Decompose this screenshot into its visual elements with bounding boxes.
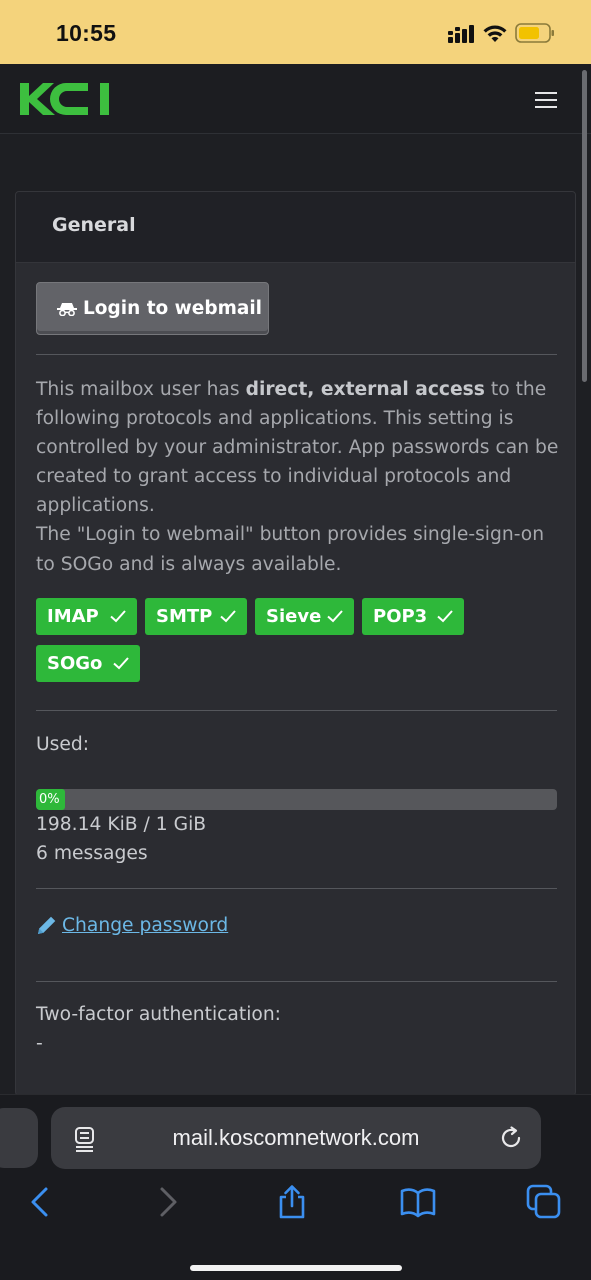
url-text: mail.koscomnetwork.com xyxy=(172,1125,420,1150)
used-label: Used: xyxy=(36,734,90,755)
page-scrollbar[interactable] xyxy=(582,70,587,382)
hamburger-icon xyxy=(535,92,557,108)
badge-smtp: SMTP xyxy=(145,598,247,635)
quota-size: 198.14 KiB / 1 GiB xyxy=(36,814,207,835)
back-icon[interactable] xyxy=(22,1184,58,1220)
check-icon xyxy=(437,610,453,623)
message-count: 6 messages xyxy=(36,843,148,864)
change-password-link[interactable]: Change password xyxy=(36,914,228,936)
badge-label: IMAP xyxy=(47,606,99,627)
tabs-icon[interactable] xyxy=(526,1184,562,1220)
quota-progress-bar: 0% xyxy=(36,789,557,810)
login-webmail-button[interactable]: Login to webmail xyxy=(36,282,269,335)
battery-icon xyxy=(515,23,554,43)
pencil-icon xyxy=(38,916,56,934)
badge-label: SMTP xyxy=(156,606,213,627)
general-card: General Login to webmail This mailbox us… xyxy=(15,191,576,1096)
login-webmail-label: Login to webmail xyxy=(83,298,263,319)
site-navbar xyxy=(0,64,591,134)
check-icon xyxy=(220,610,236,623)
check-icon xyxy=(327,610,343,623)
card-title: General xyxy=(52,214,136,236)
divider xyxy=(36,888,557,889)
divider xyxy=(36,710,557,711)
status-time: 10:55 xyxy=(56,20,117,46)
description-bold: direct, external access xyxy=(245,379,485,400)
kci-logo[interactable] xyxy=(20,80,112,118)
cellular-signal-icon xyxy=(448,25,474,43)
check-icon xyxy=(110,610,126,623)
badge-sieve: Sieve xyxy=(255,598,354,635)
share-icon[interactable] xyxy=(274,1184,310,1220)
divider xyxy=(36,354,557,355)
description-webmail-note: The "Login to webmail" button provides s… xyxy=(36,524,545,575)
check-icon xyxy=(113,657,129,670)
reload-icon[interactable] xyxy=(498,1125,524,1151)
change-password-label: Change password xyxy=(62,914,229,936)
divider xyxy=(36,981,557,982)
badge-imap: IMAP xyxy=(36,598,137,635)
two-factor-label: Two-factor authentication: xyxy=(36,1004,281,1025)
bookmarks-icon[interactable] xyxy=(400,1184,436,1220)
home-indicator[interactable] xyxy=(190,1265,402,1271)
badge-label: POP3 xyxy=(373,606,428,627)
badge-pop3: POP3 xyxy=(362,598,464,635)
quota-progress-fill: 0% xyxy=(36,789,65,810)
previous-tab-stub[interactable] xyxy=(0,1108,38,1168)
wifi-icon xyxy=(483,25,507,42)
access-description: This mailbox user has direct, external a… xyxy=(36,375,561,579)
description-text: This mailbox user has xyxy=(36,379,246,400)
hamburger-menu-button[interactable] xyxy=(520,85,572,115)
ios-status-bar: 10:55 xyxy=(0,0,591,64)
incognito-icon xyxy=(57,302,77,316)
card-header: General xyxy=(16,192,575,263)
two-factor-value: - xyxy=(36,1033,43,1054)
badge-label: Sieve xyxy=(266,606,322,627)
badge-sogo: SOGo xyxy=(36,645,140,682)
address-bar[interactable]: mail.koscomnetwork.com xyxy=(51,1107,541,1169)
badge-label: SOGo xyxy=(47,653,103,674)
forward-icon[interactable] xyxy=(150,1184,186,1220)
safari-toolbar: mail.koscomnetwork.com xyxy=(0,1094,591,1280)
